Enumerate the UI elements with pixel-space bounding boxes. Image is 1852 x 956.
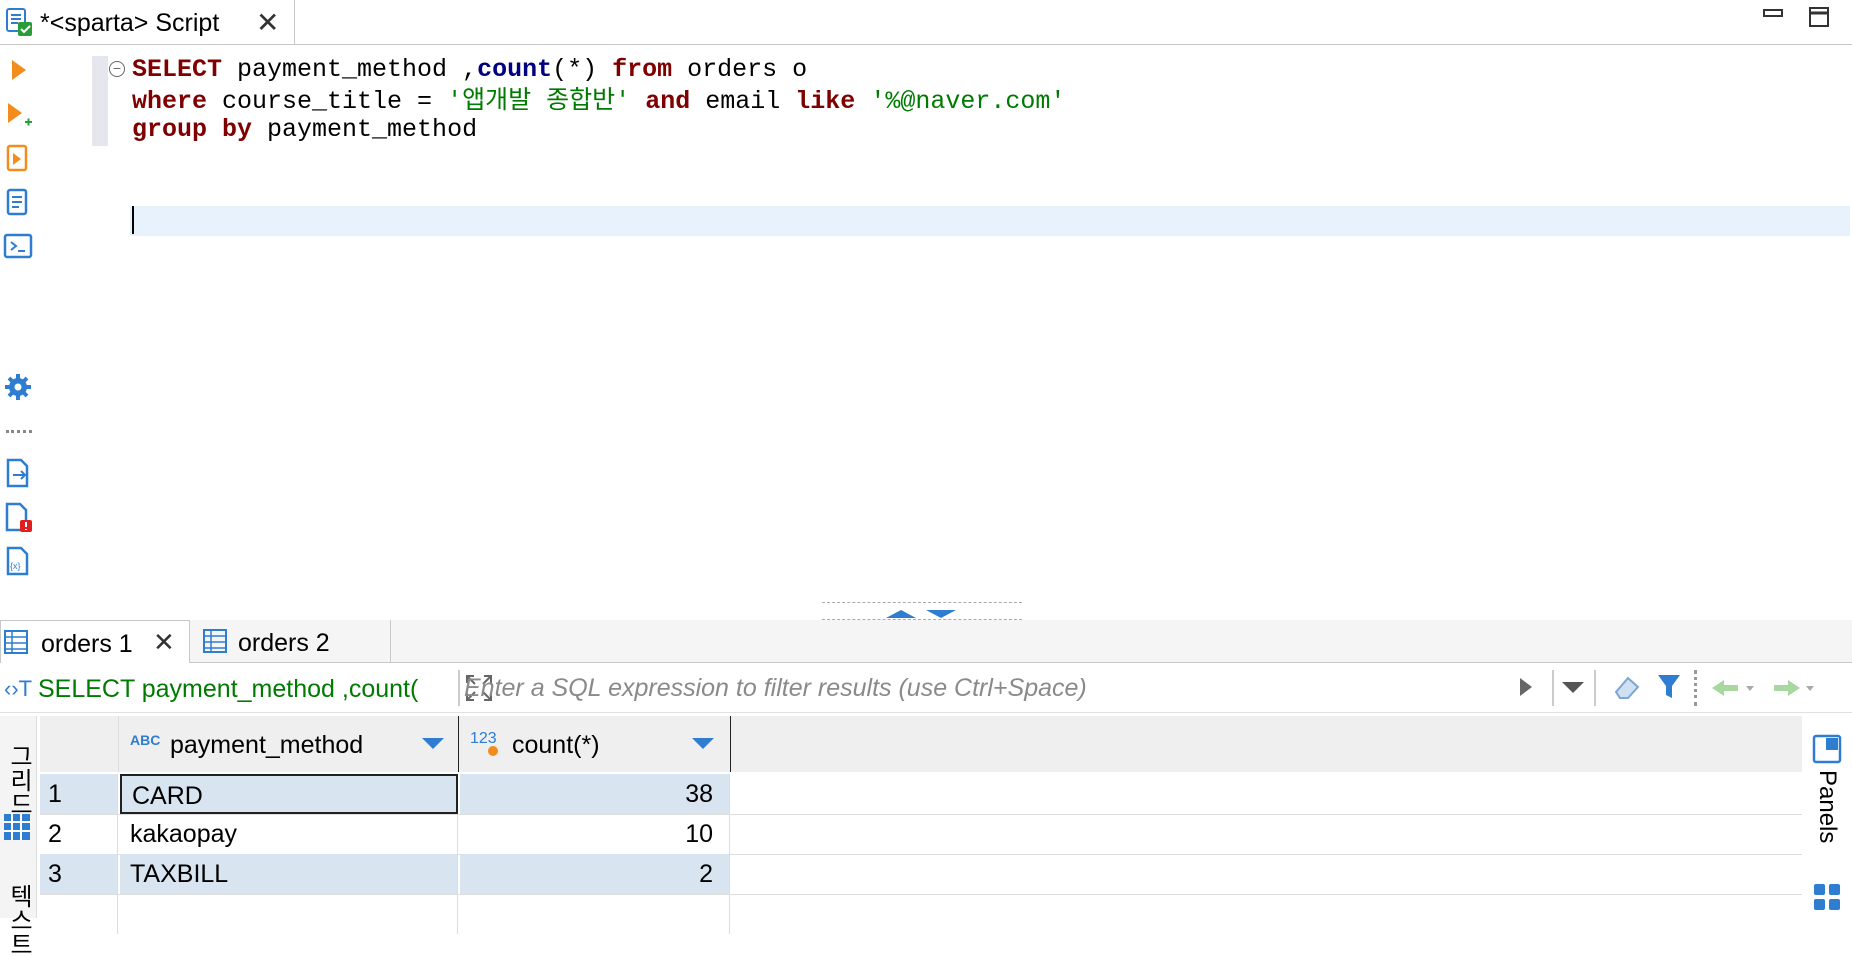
editor-tab-bar: *<sparta> Script ✕ (0, 0, 1852, 45)
cell-empty (460, 894, 730, 934)
keyword-where: where (132, 87, 208, 116)
divider (1594, 670, 1596, 706)
close-tab-icon[interactable]: ✕ (153, 627, 175, 658)
code-text: orders o (672, 55, 808, 84)
code-text: payment_method , (222, 55, 478, 84)
function-count: count (477, 55, 553, 84)
table-row[interactable]: 2 kakaopay 10 (40, 814, 1802, 855)
keyword-and: and (645, 87, 691, 116)
results-tab-label: orders 2 (238, 629, 330, 657)
results-tab-orders-1[interactable]: orders 1 ✕ (0, 620, 190, 663)
keyword-select: SELECT (132, 55, 223, 84)
sort-dropdown-icon[interactable] (422, 738, 444, 749)
cell-count[interactable]: 2 (460, 854, 730, 894)
script-tab[interactable]: *<sparta> Script ✕ (0, 0, 295, 44)
keyword-group-by: group by (132, 115, 253, 144)
back-arrow-icon[interactable] (1710, 678, 1756, 703)
table-row-empty (40, 894, 1802, 934)
results-tab-orders-2[interactable]: orders 2 (196, 620, 391, 662)
row-number-empty (40, 894, 118, 934)
row-number[interactable]: 1 (40, 774, 118, 814)
panels-label[interactable]: Panels (1810, 770, 1844, 843)
table-grid-icon (3, 629, 29, 660)
sort-dropdown-icon[interactable] (692, 738, 714, 749)
filter-history-dropdown-icon[interactable] (1560, 680, 1586, 699)
text-type-icon: ABC (130, 732, 161, 748)
query-preview[interactable]: SELECT payment_method ,count( (38, 675, 448, 704)
column-header-count[interactable]: 123 count(*) (460, 716, 731, 772)
problems-icon[interactable] (0, 502, 36, 538)
panels-icon[interactable] (1812, 734, 1842, 769)
column-header-payment-method[interactable]: ABC payment_method (120, 716, 459, 772)
row-number[interactable]: 3 (40, 854, 118, 894)
close-tab-icon[interactable]: ✕ (256, 6, 279, 39)
collapse-fold-icon[interactable]: − (109, 61, 125, 77)
results-tab-bar: orders 1 ✕ orders 2 (0, 620, 1852, 663)
panels-strip: Panels (1804, 716, 1852, 918)
toolbar-separator (6, 430, 32, 433)
cell-count[interactable]: 38 (460, 774, 730, 814)
script-file-icon (4, 6, 34, 43)
minimize-icon[interactable] (1762, 6, 1784, 33)
text-view-label[interactable]: 텍스트 (2, 884, 34, 956)
layout-grid-icon[interactable] (1812, 882, 1842, 917)
code-line-1[interactable]: SELECT payment_method ,count(*) from ord… (132, 55, 807, 85)
script-tab-title: *<sparta> Script (40, 9, 220, 37)
code-text: payment_method (252, 115, 478, 144)
keyword-like: like (795, 87, 856, 116)
filter-funnel-icon[interactable] (1656, 672, 1682, 707)
code-text: (*) (552, 55, 613, 84)
view-mode-strip: 그리드 텍스트 (0, 716, 37, 956)
execute-script-icon[interactable] (0, 144, 36, 180)
table-row[interactable]: 3 TAXBILL 2 (40, 854, 1802, 895)
grid-view-icon[interactable] (2, 812, 32, 847)
results-grid: ABC payment_method 123 count(*) 1 CARD 3… (40, 716, 1802, 934)
execute-new-tab-icon[interactable] (0, 100, 36, 136)
explain-plan-icon[interactable] (0, 188, 36, 224)
code-line-3[interactable]: group by payment_method (132, 115, 477, 145)
fold-gutter-marker (92, 56, 108, 146)
cell-count[interactable]: 10 (460, 814, 730, 854)
maximize-icon[interactable] (1808, 6, 1830, 33)
row-number[interactable]: 2 (40, 814, 118, 854)
string-literal-email: '%@naver.com' (870, 87, 1066, 116)
table-row[interactable]: 1 CARD 38 (40, 774, 1802, 815)
table-grid-icon (202, 628, 228, 659)
divider (1694, 670, 1700, 706)
clear-filter-eraser-icon[interactable] (1612, 672, 1644, 707)
terminal-icon[interactable] (0, 232, 36, 268)
code-text: course_title = (207, 87, 448, 116)
string-literal-course: '앱개발 종합반' (447, 85, 631, 114)
execute-statement-icon[interactable] (0, 56, 36, 92)
grid-view-label[interactable]: 그리드 (2, 744, 34, 816)
row-number-header[interactable] (40, 716, 119, 772)
column-name: payment_method (170, 731, 364, 759)
divider (458, 670, 460, 706)
filter-input[interactable] (462, 668, 1596, 708)
sql-query-icon: ‹›T (4, 676, 33, 701)
variables-icon[interactable]: {x} (0, 546, 36, 582)
svg-text:{x}: {x} (10, 561, 21, 571)
key-dot-icon (488, 746, 498, 756)
forward-arrow-icon[interactable] (1770, 678, 1816, 703)
results-tab-label: orders 1 (41, 630, 133, 658)
cell-payment-method[interactable]: TAXBILL (120, 854, 458, 894)
export-icon[interactable] (0, 458, 36, 494)
settings-gear-icon[interactable] (0, 372, 36, 408)
cell-payment-method[interactable]: kakaopay (120, 814, 458, 854)
code-line-2[interactable]: where course_title = '앱개발 종합반' and email… (132, 85, 1065, 117)
keyword-from: from (612, 55, 673, 84)
divider (1552, 670, 1554, 706)
column-name: count(*) (512, 731, 600, 759)
text-caret (132, 206, 134, 234)
current-line-highlight[interactable] (130, 206, 1850, 236)
filter-bar: ‹›T SELECT payment_method ,count( (0, 664, 1852, 713)
panel-splitter[interactable] (822, 602, 1022, 620)
cell-empty (120, 894, 458, 934)
code-text: email (690, 87, 796, 116)
cell-payment-method[interactable]: CARD (120, 774, 458, 814)
apply-filter-icon[interactable] (1518, 676, 1534, 703)
